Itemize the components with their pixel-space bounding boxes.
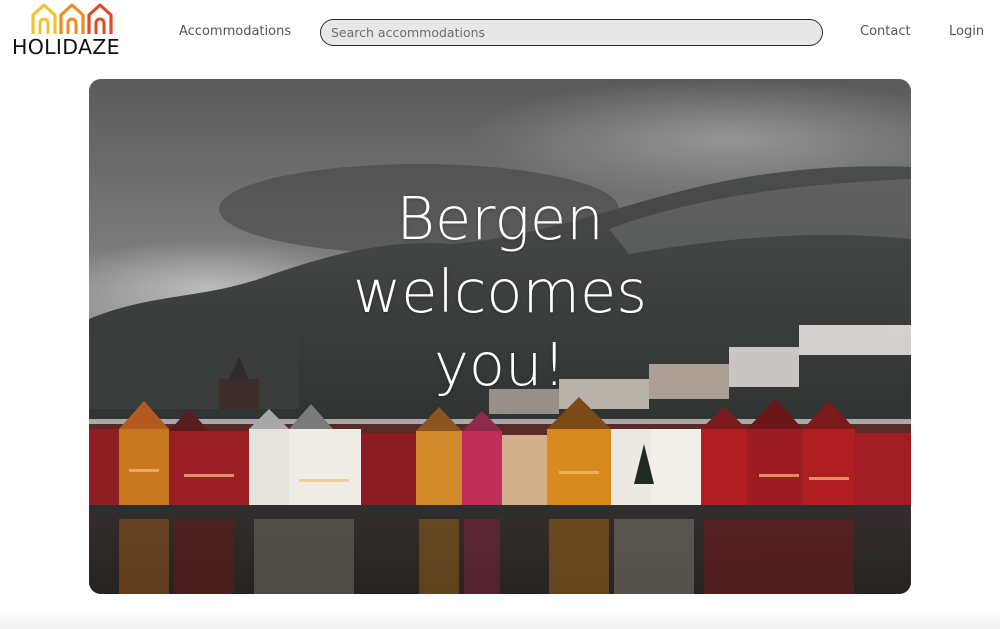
page-bottom-divider [0, 612, 1000, 629]
houses-logo-icon [31, 3, 113, 34]
holidaze-logo[interactable]: HOLIDAZE [12, 2, 134, 60]
logo-text: HOLIDAZE [12, 35, 120, 59]
site-header: HOLIDAZE Accommodations Contact Login [0, 0, 1000, 68]
search-input[interactable] [320, 19, 823, 46]
hero-title: Bergen welcomes you! [353, 184, 647, 399]
hero-banner: Bergen welcomes you! [89, 79, 911, 594]
nav-contact-link[interactable]: Contact [860, 24, 911, 39]
nav-accommodations-link[interactable]: Accommodations [179, 24, 291, 39]
nav-login-link[interactable]: Login [949, 24, 984, 39]
